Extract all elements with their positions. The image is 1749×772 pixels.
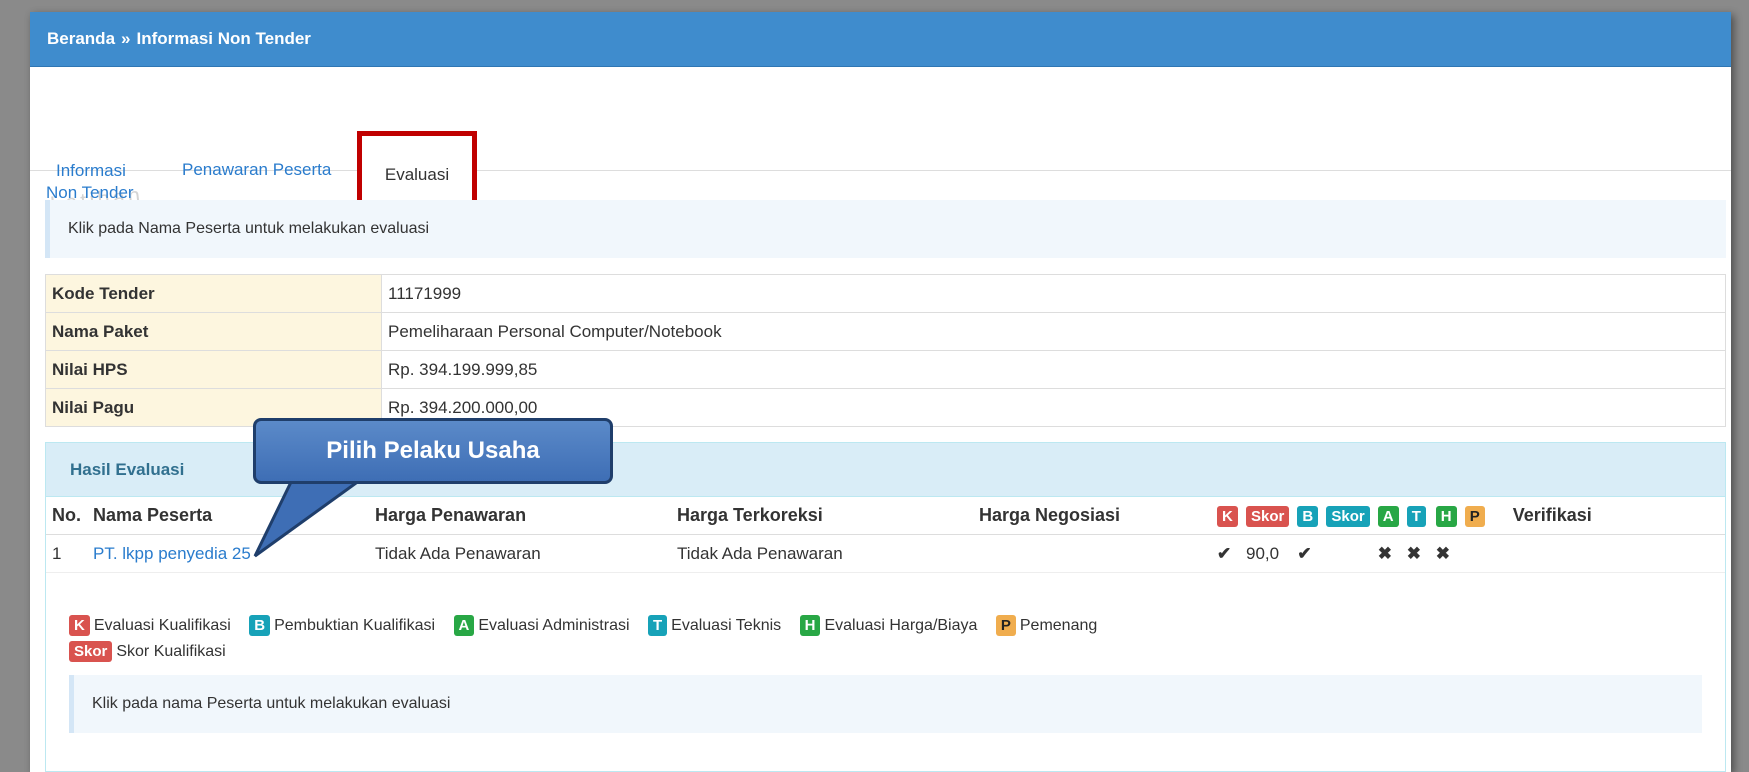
- col-b: B: [1295, 497, 1325, 535]
- info-label: Nilai HPS: [45, 350, 382, 389]
- legend-item-a: A Evaluasi Administrasi: [453, 615, 630, 636]
- p-cell: [1462, 534, 1507, 573]
- legend: K Evaluasi Kualifikasi B Pembuktian Kualif…: [69, 613, 1111, 665]
- legend-item-k: K Evaluasi Kualifikasi: [69, 615, 231, 636]
- info-row: Nilai HPS Rp. 394.199.999,85: [45, 350, 1726, 389]
- badge-k: K: [69, 615, 90, 636]
- legend-item-t: T Evaluasi Teknis: [647, 615, 782, 636]
- callout-label: Pilih Pelaku Usaha: [253, 418, 613, 484]
- cross-icon: ✖: [1404, 534, 1434, 573]
- info-value: 11171999: [381, 274, 1726, 313]
- breadcrumb: Beranda » Informasi Non Tender: [30, 12, 1731, 67]
- badge-skor: Skor: [69, 641, 113, 662]
- callout-annotation: Pilih Pelaku Usaha: [253, 418, 617, 558]
- col-harga-negosiasi: Harga Negosiasi: [973, 497, 1215, 535]
- col-no: No.: [46, 497, 87, 535]
- badge-h: H: [1435, 505, 1457, 527]
- instruction-note-bottom: Klik pada nama Peserta untuk melakukan e…: [69, 675, 1702, 733]
- legend-label: Pemenang: [1019, 617, 1098, 634]
- col-skor-k: Skor: [1244, 497, 1296, 535]
- col-verifikasi: Verifikasi: [1506, 497, 1725, 535]
- badge-a: A: [1377, 505, 1399, 527]
- verifikasi-cell: [1506, 534, 1725, 573]
- check-icon: ✔: [1215, 534, 1244, 573]
- legend-item-h: H Evaluasi Harga/Biaya: [799, 615, 978, 636]
- harga-terkoreksi-cell: Tidak Ada Penawaran: [671, 534, 973, 573]
- breadcrumb-current: Informasi Non Tender: [136, 29, 311, 48]
- col-a: A: [1375, 497, 1405, 535]
- breadcrumb-separator: »: [121, 29, 131, 48]
- legend-label: Evaluasi Kualifikasi: [93, 617, 231, 634]
- legend-label: Evaluasi Harga/Biaya: [824, 617, 978, 634]
- skor-k-cell: 90,0: [1244, 534, 1296, 573]
- legend-label: Pembuktian Kualifikasi: [274, 617, 436, 634]
- badge-skor: Skor: [1246, 505, 1290, 527]
- badge-b: B: [1297, 505, 1319, 527]
- instruction-note: Klik pada Nama Peserta untuk melakukan e…: [45, 200, 1726, 258]
- tab-penawaran-peserta[interactable]: Penawaran Peserta: [182, 160, 331, 180]
- legend-label: Evaluasi Teknis: [671, 617, 782, 634]
- legend-label: Skor Kualifikasi: [116, 643, 226, 660]
- info-row: Kode Tender 11171999: [45, 274, 1726, 313]
- col-k: K: [1215, 497, 1244, 535]
- legend-item-skor: Skor Skor Kualifikasi: [69, 641, 226, 662]
- info-label: Nama Paket: [45, 312, 382, 351]
- badge-skor: Skor: [1326, 505, 1370, 527]
- main-window: Beranda » Informasi Non Tender Latihan L…: [30, 12, 1731, 772]
- badge-t: T: [1406, 505, 1426, 527]
- row-no: 1: [46, 534, 87, 573]
- badge-p: P: [1464, 505, 1485, 527]
- badge-b: B: [249, 615, 271, 636]
- legend-label: Evaluasi Administrasi: [478, 617, 630, 634]
- badge-h: H: [799, 615, 821, 636]
- harga-negosiasi-cell: [973, 534, 1215, 573]
- breadcrumb-home[interactable]: Beranda: [47, 29, 115, 49]
- badge-t: T: [647, 615, 668, 636]
- badge-p: P: [995, 615, 1016, 636]
- col-h: H: [1433, 497, 1463, 535]
- check-icon: ✔: [1295, 534, 1325, 573]
- cross-icon: ✖: [1375, 534, 1405, 573]
- col-t: T: [1404, 497, 1434, 535]
- legend-item-p: P Pemenang: [995, 615, 1098, 636]
- skor-b-cell: [1324, 534, 1376, 573]
- legend-item-b: B Pembuktian Kualifikasi: [249, 615, 436, 636]
- badge-a: A: [453, 615, 475, 636]
- info-row: Nama Paket Pemeliharaan Personal Compute…: [45, 312, 1726, 351]
- info-label: Kode Tender: [45, 274, 382, 313]
- peserta-link[interactable]: PT. lkpp penyedia 25: [93, 544, 251, 563]
- cross-icon: ✖: [1433, 534, 1463, 573]
- info-value: Pemeliharaan Personal Computer/Notebook: [381, 312, 1726, 351]
- tab-informasi-label-1: Informasi: [56, 161, 126, 180]
- tab-bar: Latihan Latihan Latihan Latihan Latihan …: [30, 67, 1731, 232]
- tab-informasi-non-tender[interactable]: Informasi Non Tender: [46, 160, 134, 204]
- tender-info-table: Kode Tender 11171999 Nama Paket Pemeliha…: [45, 274, 1726, 427]
- col-skor-b: Skor: [1324, 497, 1376, 535]
- col-p: P: [1462, 497, 1507, 535]
- col-harga-terkoreksi: Harga Terkoreksi: [671, 497, 973, 535]
- info-value: Rp. 394.199.999,85: [381, 350, 1726, 389]
- badge-k: K: [1217, 505, 1238, 527]
